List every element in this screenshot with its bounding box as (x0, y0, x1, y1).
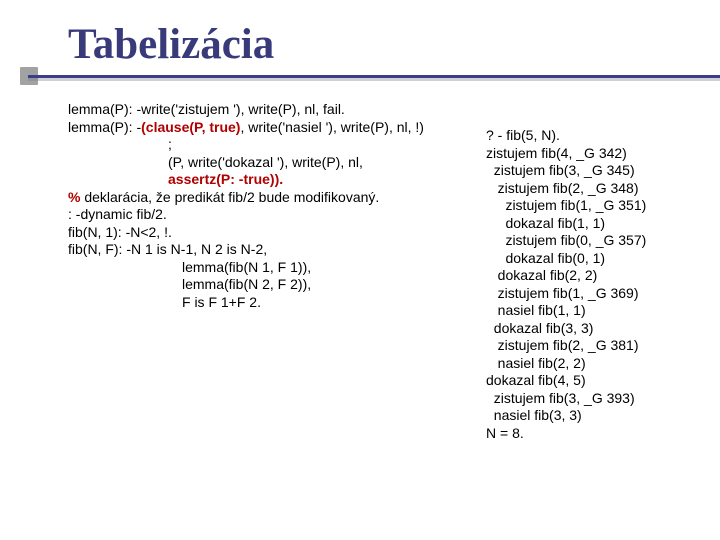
code-text: lemma(P): - (68, 119, 141, 135)
code-highlight: (clause(P, true) (141, 119, 240, 135)
code-comment: % deklarácia, že predikát fib/2 bude mod… (68, 189, 488, 207)
code-text: deklarácia, že predikát fib/2 bude modif… (80, 189, 379, 205)
body: lemma(P): -write('zistujem '), write(P),… (68, 101, 720, 311)
code-highlight: assertz(P: -true)). (168, 171, 283, 187)
code-text: , write('nasiel '), write(P), nl, !) (240, 119, 423, 135)
horizontal-rule (28, 75, 720, 78)
title-rule (68, 75, 720, 93)
code-line: lemma(P): -(clause(P, true), write('nasi… (68, 119, 488, 137)
slide: Tabelizácia lemma(P): -write('zistujem '… (0, 0, 720, 540)
code-line: assertz(P: -true)). (68, 171, 488, 189)
code-line: (P, write('dokazal '), write(P), nl, (68, 154, 488, 172)
code-highlight: % (68, 189, 80, 205)
code-left: lemma(P): -write('zistujem '), write(P),… (68, 101, 488, 311)
code-line: F is F 1+F 2. (68, 294, 488, 312)
code-line: : -dynamic fib/2. (68, 206, 488, 224)
page-title: Tabelizácia (68, 20, 720, 75)
code-line: fib(N, F): -N 1 is N-1, N 2 is N-2, (68, 241, 488, 259)
code-line: lemma(fib(N 1, F 1)), (68, 259, 488, 277)
code-line: fib(N, 1): -N<2, !. (68, 224, 488, 242)
code-output: ? - fib(5, N). zistujem fib(4, _G 342) z… (486, 127, 646, 442)
code-line: lemma(fib(N 2, F 2)), (68, 276, 488, 294)
code-line: ; (68, 136, 488, 154)
code-line: lemma(P): -write('zistujem '), write(P),… (68, 101, 488, 119)
